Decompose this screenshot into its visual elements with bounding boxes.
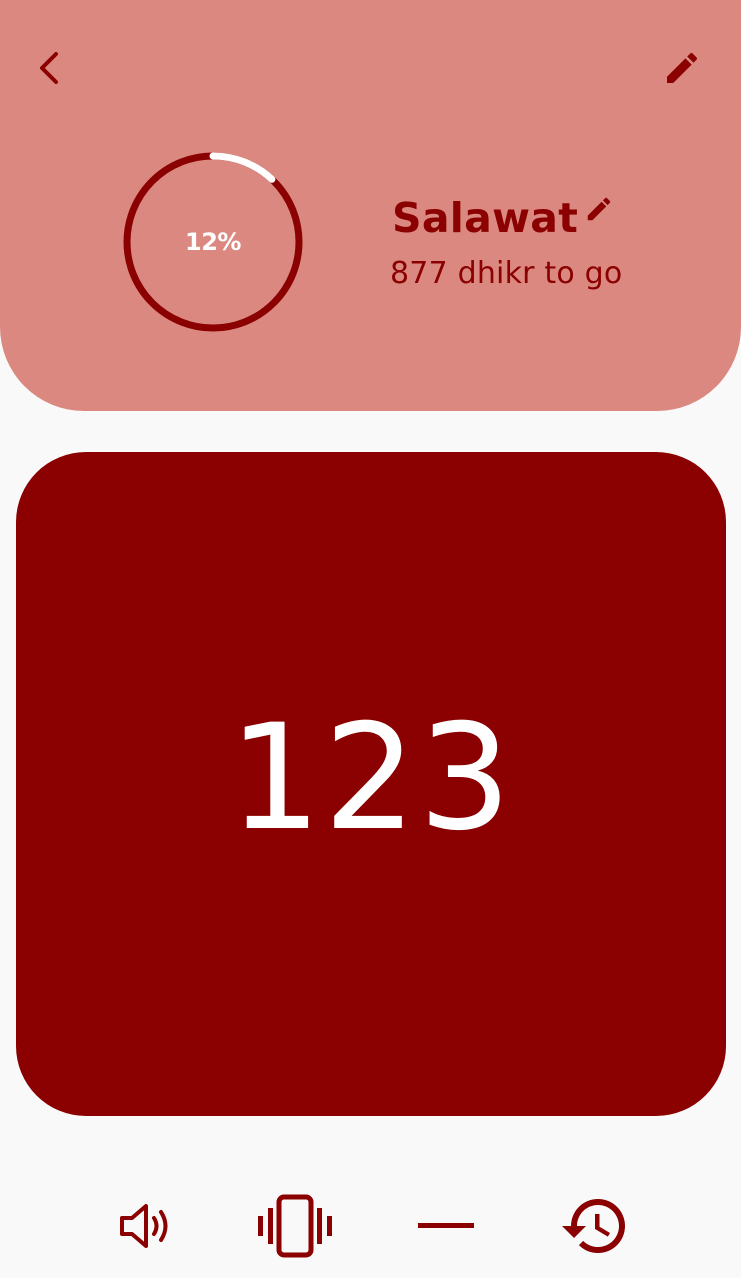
back-button[interactable] [22,40,78,96]
counter-value: 123 [228,693,514,863]
history-icon [562,1199,625,1253]
vibration-toggle-button[interactable] [250,1180,340,1272]
vibrate-icon [258,1194,332,1258]
dhikr-title: Salawat [392,194,579,242]
dhikr-counter-screen: 12% Salawat 877 dhikr to go 123 [0,0,741,1278]
edit-title-button[interactable] [582,192,616,226]
volume-icon [120,1204,168,1248]
bottom-toolbar [0,1180,741,1272]
pencil-icon [667,52,698,83]
history-button[interactable] [550,1180,640,1272]
decrement-button[interactable] [401,1180,491,1272]
progress-percent-label: 12% [185,228,241,256]
dhikr-title-row: Salawat [392,188,616,248]
minus-icon [418,1223,474,1228]
edit-button[interactable] [652,40,712,96]
chevron-left-icon [40,52,58,84]
pencil-icon [587,197,611,221]
counter-tap-area[interactable]: 123 [16,452,726,1116]
header-panel: 12% Salawat 877 dhikr to go [0,0,741,411]
dhikr-remaining-text: 877 dhikr to go [390,256,623,291]
sound-toggle-button[interactable] [101,1180,191,1272]
